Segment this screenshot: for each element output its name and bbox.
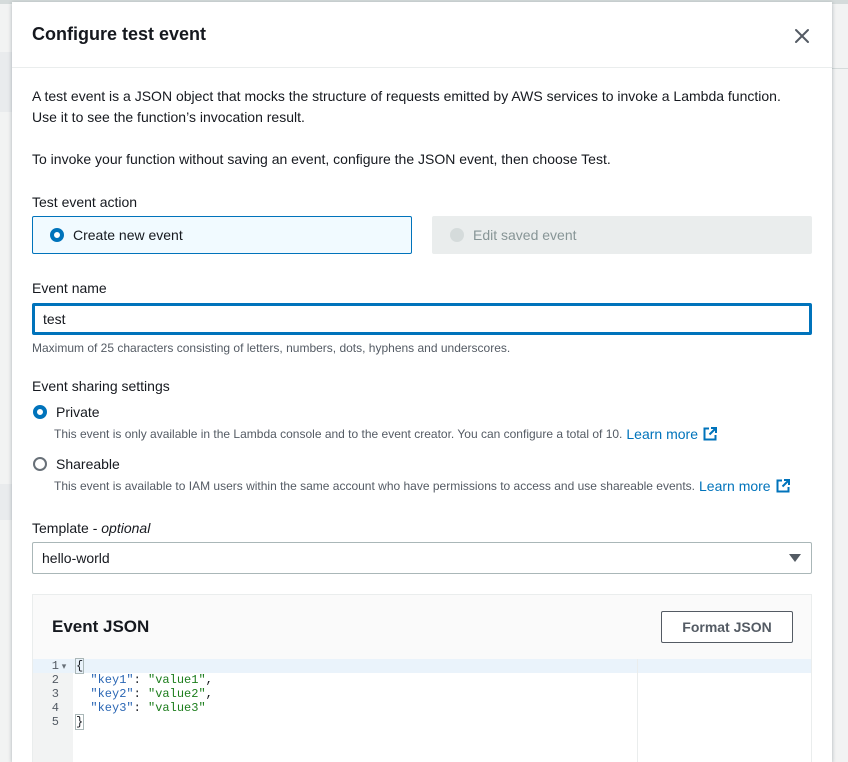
learn-more-link[interactable]: Learn more [626, 426, 717, 442]
background-page-left [0, 4, 12, 761]
template-selected-value: hello-world [42, 550, 110, 566]
template-optional-text: optional [101, 520, 151, 536]
learn-more-link-text[interactable]: Learn more [626, 426, 698, 442]
active-line-highlight [33, 659, 811, 673]
code-text: "key3": "value3" [76, 701, 206, 715]
background-divider [832, 68, 848, 69]
code-token: } [74, 714, 85, 730]
code-token: : [133, 701, 149, 715]
event-name-input[interactable] [32, 303, 812, 335]
code-line[interactable]: 4 "key3": "value3" [33, 701, 206, 715]
background-panel [0, 52, 12, 112]
private-option[interactable]: Private [32, 404, 100, 420]
code-token: { [74, 658, 85, 674]
background-panel [0, 484, 12, 520]
format-json-button[interactable]: Format JSON [661, 611, 793, 643]
external-link-icon [776, 479, 790, 493]
code-token: , [205, 673, 213, 687]
shareable-label: Shareable [56, 456, 120, 472]
line-number: 2 [51, 673, 59, 687]
template-label: Template - optional [32, 520, 151, 536]
template-select[interactable]: hello-world [32, 542, 812, 574]
print-margin [637, 659, 638, 762]
close-icon[interactable] [792, 26, 812, 46]
code-line[interactable]: 5} [33, 714, 85, 730]
code-editor[interactable]: 1 ▾{2 "key1": "value1", 3 "key2": "value2"… [33, 658, 811, 762]
learn-more-link[interactable]: Learn more [699, 478, 790, 494]
shareable-option[interactable]: Shareable [32, 456, 120, 472]
private-description-text: This event is only available in the Lamb… [54, 427, 623, 441]
code-token: "key1" [90, 673, 134, 687]
radio-selected-icon[interactable] [33, 405, 47, 419]
line-number: 4 [51, 701, 59, 715]
code-token: : [133, 673, 149, 687]
modal-header: Configure test event [12, 2, 832, 68]
code-line[interactable]: 3 "key2": "value2", [33, 687, 213, 701]
line-number: 1 [51, 659, 59, 673]
code-text: } [74, 714, 85, 730]
learn-more-link-text[interactable]: Learn more [699, 478, 771, 494]
code-token: "value2" [148, 687, 206, 701]
line-number: 3 [51, 687, 59, 701]
edit-saved-event-tile: Edit saved event [432, 216, 812, 254]
private-label: Private [56, 404, 100, 420]
code-token: "value3" [148, 701, 206, 715]
intro-text: A test event is a JSON object that mocks… [32, 88, 781, 104]
code-line[interactable]: 2 "key1": "value1", [33, 673, 213, 687]
code-text: "key1": "value1", [76, 673, 213, 687]
event-name-hint: Maximum of 25 characters consisting of l… [32, 341, 511, 355]
code-text: { [74, 658, 85, 674]
line-number: 5 [51, 715, 59, 729]
private-description: This event is only available in the Lamb… [54, 426, 717, 442]
create-new-event-label: Create new event [73, 227, 183, 243]
event-json-title: Event JSON [52, 617, 150, 636]
event-name-label: Event name [32, 280, 107, 296]
code-token: "key2" [90, 687, 134, 701]
fold-arrow-icon[interactable]: ▾ [59, 660, 69, 674]
edit-saved-event-label: Edit saved event [473, 227, 577, 243]
external-link-icon [703, 427, 717, 441]
test-event-action-label: Test event action [32, 194, 138, 210]
code-token: , [205, 687, 213, 701]
code-text: "key2": "value2", [76, 687, 213, 701]
code-token: "key3" [90, 701, 134, 715]
code-token: "value1" [148, 673, 206, 687]
event-json-panel: Event JSON Format JSON 1 ▾ {2 "key1": "val… [32, 594, 812, 762]
create-new-event-tile[interactable]: Create new event [32, 216, 412, 254]
background-page-right [832, 4, 848, 761]
template-label-text: Template [32, 520, 89, 536]
shareable-description: This event is available to IAM users wit… [54, 478, 790, 494]
caret-down-icon [789, 554, 801, 562]
radio-disabled-icon [450, 228, 464, 242]
modal-title: Configure test event [32, 24, 207, 44]
radio-selected-icon[interactable] [50, 228, 64, 242]
code-token: : [133, 687, 149, 701]
radio-unselected-icon[interactable] [33, 457, 47, 471]
intro-text: To invoke your function without saving a… [32, 151, 611, 167]
code-line[interactable]: 1 ▾ { [33, 658, 85, 674]
event-sharing-label: Event sharing settings [32, 378, 170, 394]
configure-test-event-modal: Configure test event A test event is a J… [12, 2, 832, 762]
shareable-description-text: This event is available to IAM users wit… [54, 479, 695, 493]
intro-text: Use it to see the function’s invocation … [32, 109, 305, 125]
